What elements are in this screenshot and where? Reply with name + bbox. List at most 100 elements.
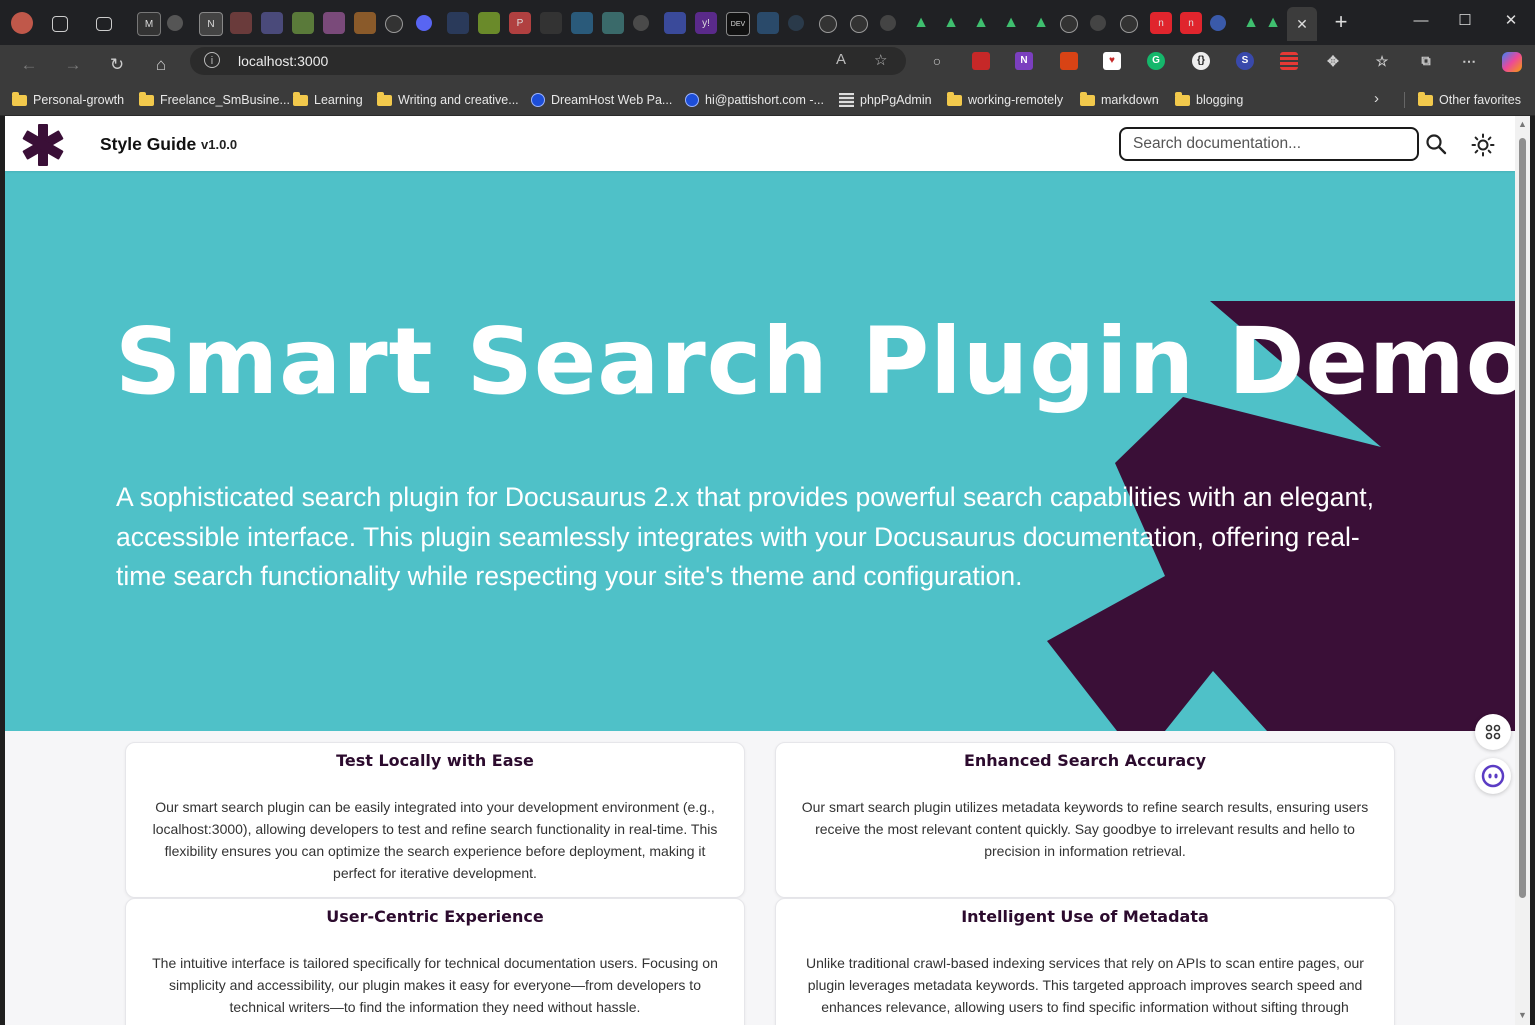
apps-grid-button[interactable]	[1475, 714, 1511, 750]
bookmarks-divider	[1404, 92, 1405, 108]
bookmark-writing[interactable]: Writing and creative...	[377, 91, 519, 109]
tab-dev[interactable]: DEV	[726, 12, 750, 36]
tab-site-12[interactable]	[478, 12, 500, 34]
feature-card-title: Intelligent Use of Metadata	[961, 907, 1209, 926]
tab-site-26[interactable]: ▲	[910, 12, 932, 34]
favorite-star-icon[interactable]: ☆	[874, 51, 887, 69]
tab-site-18[interactable]	[664, 12, 686, 34]
read-aloud-icon[interactable]: A	[836, 51, 846, 68]
bookmark-markdown[interactable]: markdown	[1080, 91, 1159, 109]
tab-site-21[interactable]	[757, 12, 779, 34]
tab-site-14[interactable]	[540, 12, 562, 34]
tab-netlify-1[interactable]: n	[1150, 12, 1172, 34]
workspaces-icon[interactable]	[52, 16, 68, 32]
forward-arrow-icon[interactable]: →	[60, 52, 86, 78]
extension-onenote-icon[interactable]: N	[1015, 52, 1033, 70]
grid-icon	[1485, 724, 1501, 740]
search-icon[interactable]	[1425, 133, 1447, 155]
tab-site-37[interactable]: ▲	[1240, 12, 1262, 34]
screenshot-icon[interactable]: ⧉	[1417, 52, 1435, 70]
bookmark-freelance[interactable]: Freelance_SmBusine...	[139, 91, 290, 109]
extension-braces-icon[interactable]: {}	[1192, 52, 1210, 70]
tab-netlify-2[interactable]: n	[1180, 12, 1202, 34]
tab-site-27[interactable]: ▲	[940, 12, 962, 34]
extension-s-icon[interactable]: S	[1236, 52, 1254, 70]
bookmark-phppgadmin[interactable]: phpPgAdmin	[839, 91, 932, 109]
tab-site-17[interactable]	[633, 15, 649, 31]
bookmark-email[interactable]: hi@pattishort.com -...	[685, 91, 824, 109]
bookmark-other-favorites[interactable]: Other favorites	[1418, 91, 1521, 109]
scroll-up-arrow-icon[interactable]: ▲	[1518, 119, 1527, 129]
bookmarks-overflow-chevron-icon[interactable]: ›	[1374, 90, 1379, 107]
scroll-down-arrow-icon[interactable]: ▼	[1518, 1010, 1527, 1020]
tab-site-5[interactable]	[261, 12, 283, 34]
close-window-button[interactable]: ✕	[1493, 8, 1529, 34]
extension-lines-icon[interactable]	[1280, 52, 1298, 70]
tab-site-8[interactable]	[354, 12, 376, 34]
tab-github-2[interactable]	[819, 15, 837, 33]
tab-site-7[interactable]	[323, 12, 345, 34]
tab-react[interactable]	[788, 15, 804, 31]
tab-github-4[interactable]	[1060, 15, 1078, 33]
scrollbar-thumb[interactable]	[1519, 138, 1526, 898]
tab-site-28[interactable]: ▲	[970, 12, 992, 34]
maximize-button[interactable]: ☐	[1447, 8, 1483, 34]
tab-site-38[interactable]: ▲	[1262, 12, 1284, 34]
more-menu-icon[interactable]: ⋯	[1460, 52, 1478, 70]
bookmark-learning[interactable]: Learning	[293, 91, 363, 109]
favorites-icon[interactable]: ☆	[1373, 52, 1391, 70]
hero-description: A sophisticated search plugin for Docusa…	[116, 482, 1374, 591]
home-icon[interactable]: ⌂	[148, 52, 174, 78]
extension-pocket-icon[interactable]: ♥	[1103, 52, 1121, 70]
bookmark-working-remotely[interactable]: working-remotely	[947, 91, 1063, 109]
tab-site-15[interactable]	[571, 12, 593, 34]
bookmark-personal-growth[interactable]: Personal-growth	[12, 91, 124, 109]
address-bar[interactable]: i localhost:3000 A ☆	[190, 47, 906, 75]
tab-actions-icon[interactable]	[96, 17, 112, 31]
tab-site-32[interactable]	[1090, 15, 1106, 31]
tab-github-1[interactable]	[385, 15, 403, 33]
feature-card-title: Test Locally with Ease	[336, 751, 534, 770]
tab-site-16[interactable]	[602, 12, 624, 34]
copilot-icon[interactable]	[1502, 52, 1522, 72]
bookmark-label: working-remotely	[968, 93, 1064, 107]
extension-red-icon[interactable]	[1060, 52, 1078, 70]
site-title[interactable]: Style Guide	[100, 134, 196, 155]
tab-site-29[interactable]: ▲	[1000, 12, 1022, 34]
tab-yahoo[interactable]: y!	[695, 12, 717, 34]
profile-avatar[interactable]	[11, 12, 33, 34]
address-url[interactable]: localhost:3000	[238, 53, 328, 69]
assistant-button[interactable]	[1475, 758, 1511, 794]
tab-github-3[interactable]	[850, 15, 868, 33]
extension-dot-icon[interactable]: ○	[928, 52, 946, 70]
tab-site-11[interactable]	[447, 12, 469, 34]
tab-site-25[interactable]	[880, 15, 896, 31]
bookmark-blogging[interactable]: blogging	[1175, 91, 1243, 109]
extension-grammarly-icon[interactable]: G	[1147, 52, 1165, 70]
tab-notion[interactable]: N	[199, 12, 223, 36]
sun-theme-toggle-icon[interactable]	[1471, 133, 1495, 157]
search-input[interactable]	[1119, 127, 1419, 161]
tab-discord[interactable]	[416, 15, 432, 31]
tab-site-30[interactable]: ▲	[1030, 12, 1052, 34]
tab-site-13[interactable]: P	[509, 12, 531, 34]
tab-github-5[interactable]	[1120, 15, 1138, 33]
tab-site-4[interactable]	[230, 12, 252, 34]
extensions-puzzle-icon[interactable]: ✥	[1324, 52, 1342, 70]
tab-dark-site[interactable]	[167, 15, 183, 31]
bookmark-dreamhost[interactable]: DreamHost Web Pa...	[531, 91, 672, 109]
tab-site-6[interactable]	[292, 12, 314, 34]
new-tab-button[interactable]: +	[1330, 10, 1352, 34]
extension-shield-icon[interactable]	[972, 52, 990, 70]
feature-card: Intelligent Use of Metadata Unlike tradi…	[775, 898, 1395, 1025]
feature-card: Enhanced Search Accuracy Our smart searc…	[775, 742, 1395, 898]
tab-medium[interactable]: M	[137, 12, 161, 36]
site-info-icon[interactable]: i	[204, 52, 220, 68]
asterisk-logo-icon[interactable]	[20, 124, 66, 166]
active-tab-close-button[interactable]: ✕	[1287, 7, 1317, 41]
minimize-button[interactable]: —	[1403, 8, 1439, 34]
back-arrow-icon[interactable]: ←	[16, 52, 42, 78]
refresh-icon[interactable]: ↻	[104, 52, 130, 78]
tab-site-36[interactable]	[1210, 15, 1226, 31]
page-scrollbar[interactable]: ▲ ▼	[1515, 116, 1530, 1025]
